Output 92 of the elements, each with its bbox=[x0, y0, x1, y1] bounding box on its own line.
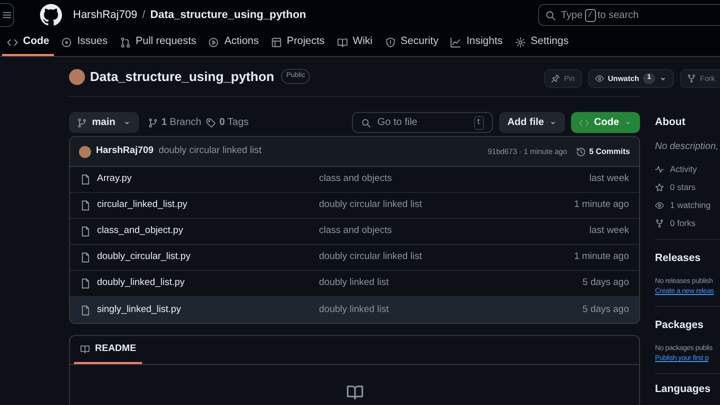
tag-icon bbox=[206, 118, 216, 128]
commit-message[interactable]: doubly circular linked list bbox=[158, 144, 262, 159]
logo-icon bbox=[40, 4, 62, 26]
file-name[interactable]: doubly_linked_list.py bbox=[97, 276, 297, 291]
pin-icon bbox=[550, 74, 560, 83]
branch-icon bbox=[77, 118, 87, 128]
play-icon bbox=[208, 36, 220, 48]
file-icon bbox=[80, 278, 91, 289]
fork-icon bbox=[655, 219, 664, 228]
file-time: 1 minute ago bbox=[574, 250, 629, 264]
branch-selector[interactable]: main bbox=[69, 112, 140, 133]
book-icon bbox=[336, 36, 348, 48]
avatar bbox=[69, 68, 85, 84]
file-icon bbox=[80, 200, 91, 211]
nav-tab[interactable]: Settings bbox=[510, 30, 574, 56]
menu-button[interactable] bbox=[0, 3, 14, 27]
about-stat[interactable]: 0 forks bbox=[655, 216, 720, 231]
search-placeholder: to search bbox=[598, 8, 639, 22]
pull-request-icon bbox=[120, 36, 131, 48]
nav-tab[interactable]: Insights bbox=[445, 30, 508, 56]
nav-tab[interactable]: Code bbox=[2, 30, 54, 56]
repo-link[interactable]: Data_structure_using_python bbox=[150, 6, 306, 24]
commit-author[interactable]: HarshRaj709 bbox=[96, 144, 154, 159]
search-field[interactable]: Type / to search bbox=[538, 4, 720, 26]
nav-tab[interactable]: Actions bbox=[203, 30, 264, 56]
search-placeholder: Type bbox=[561, 8, 583, 22]
search-icon bbox=[545, 10, 556, 20]
releases-heading: Releases bbox=[655, 251, 702, 266]
graph-icon bbox=[450, 36, 462, 48]
history-icon bbox=[576, 146, 586, 156]
file-time: 1 minute ago bbox=[574, 198, 629, 212]
tags-link[interactable]: 0 Tags bbox=[206, 115, 249, 130]
file-commit-message[interactable]: doubly circular linked list bbox=[319, 250, 422, 265]
file-icon bbox=[80, 226, 91, 237]
nav-tab[interactable]: Issues bbox=[56, 30, 113, 56]
packages-heading: Packages bbox=[655, 318, 704, 333]
file-time: last week bbox=[589, 224, 629, 238]
file-icon bbox=[80, 252, 91, 263]
activity-icon bbox=[655, 165, 664, 174]
about-stat[interactable]: Activity bbox=[655, 162, 720, 177]
file-icon bbox=[80, 304, 91, 316]
file-name[interactable]: circular_linked_list.py bbox=[97, 198, 297, 213]
about-stat[interactable]: 1 watching bbox=[655, 198, 720, 213]
code-icon bbox=[7, 36, 18, 48]
file-name[interactable]: Array.py bbox=[97, 172, 297, 187]
owner-link[interactable]: HarshRaj709 bbox=[73, 6, 138, 24]
file-name[interactable]: singly_linked_list.py bbox=[97, 302, 297, 318]
file-row[interactable]: singly_linked_list.py doubly linked list 5 days ago bbox=[70, 297, 639, 323]
nav-tab[interactable]: Wiki bbox=[332, 30, 378, 56]
code-button[interactable]: Code bbox=[571, 112, 640, 133]
menu-icon bbox=[2, 10, 12, 20]
file-time: 5 days ago bbox=[582, 302, 629, 317]
commits-link[interactable]: 5 Commits bbox=[576, 146, 630, 158]
repo-name: Data_structure_using_python bbox=[90, 68, 274, 86]
file-commit-message[interactable]: doubly linked list bbox=[319, 302, 389, 318]
shield-icon bbox=[384, 36, 396, 48]
branches-link[interactable]: 1 Branch bbox=[148, 115, 202, 130]
languages-heading: Languages bbox=[655, 382, 712, 396]
key-hint: t bbox=[474, 116, 484, 130]
book-icon bbox=[346, 383, 364, 401]
eye-icon bbox=[655, 201, 664, 210]
code-icon bbox=[579, 118, 589, 128]
search-placeholder: Go to file bbox=[377, 116, 418, 130]
file-time: 5 days ago bbox=[582, 276, 629, 290]
nav-tab[interactable]: Projects bbox=[266, 30, 330, 56]
file-commit-message[interactable]: doubly linked list bbox=[319, 276, 389, 291]
add-file-button[interactable]: Add file bbox=[499, 112, 565, 133]
about-stat[interactable]: 0 stars bbox=[655, 180, 720, 195]
file-search-field[interactable]: Go to file t bbox=[352, 112, 494, 133]
eye-icon bbox=[594, 74, 604, 83]
search-icon bbox=[361, 118, 372, 128]
nav-tab[interactable]: Pull requests bbox=[114, 30, 202, 56]
about-heading: About bbox=[655, 115, 686, 130]
file-commit-message[interactable]: class and objects bbox=[319, 172, 392, 187]
nav-tab[interactable]: Security bbox=[380, 30, 444, 56]
file-icon bbox=[80, 174, 91, 185]
avatar bbox=[79, 146, 91, 158]
path-separator: / bbox=[142, 8, 146, 23]
book-icon bbox=[80, 344, 90, 354]
branch-icon bbox=[148, 118, 158, 128]
file-name[interactable]: doubly_circular_list.py bbox=[97, 250, 297, 265]
readme-tab[interactable]: README bbox=[74, 336, 142, 364]
fork-icon bbox=[687, 74, 696, 83]
circle-dot-icon bbox=[61, 36, 72, 48]
file-name[interactable]: class_and_object.py bbox=[97, 224, 297, 239]
key-hint: / bbox=[584, 8, 596, 22]
file-commit-message[interactable]: doubly circular linked list bbox=[319, 198, 422, 213]
about-description: No description, bbox=[655, 140, 720, 154]
table-icon bbox=[270, 36, 282, 48]
file-commit-message[interactable]: class and objects bbox=[319, 224, 392, 239]
star-icon bbox=[655, 183, 664, 192]
file-time: last week bbox=[589, 172, 629, 186]
